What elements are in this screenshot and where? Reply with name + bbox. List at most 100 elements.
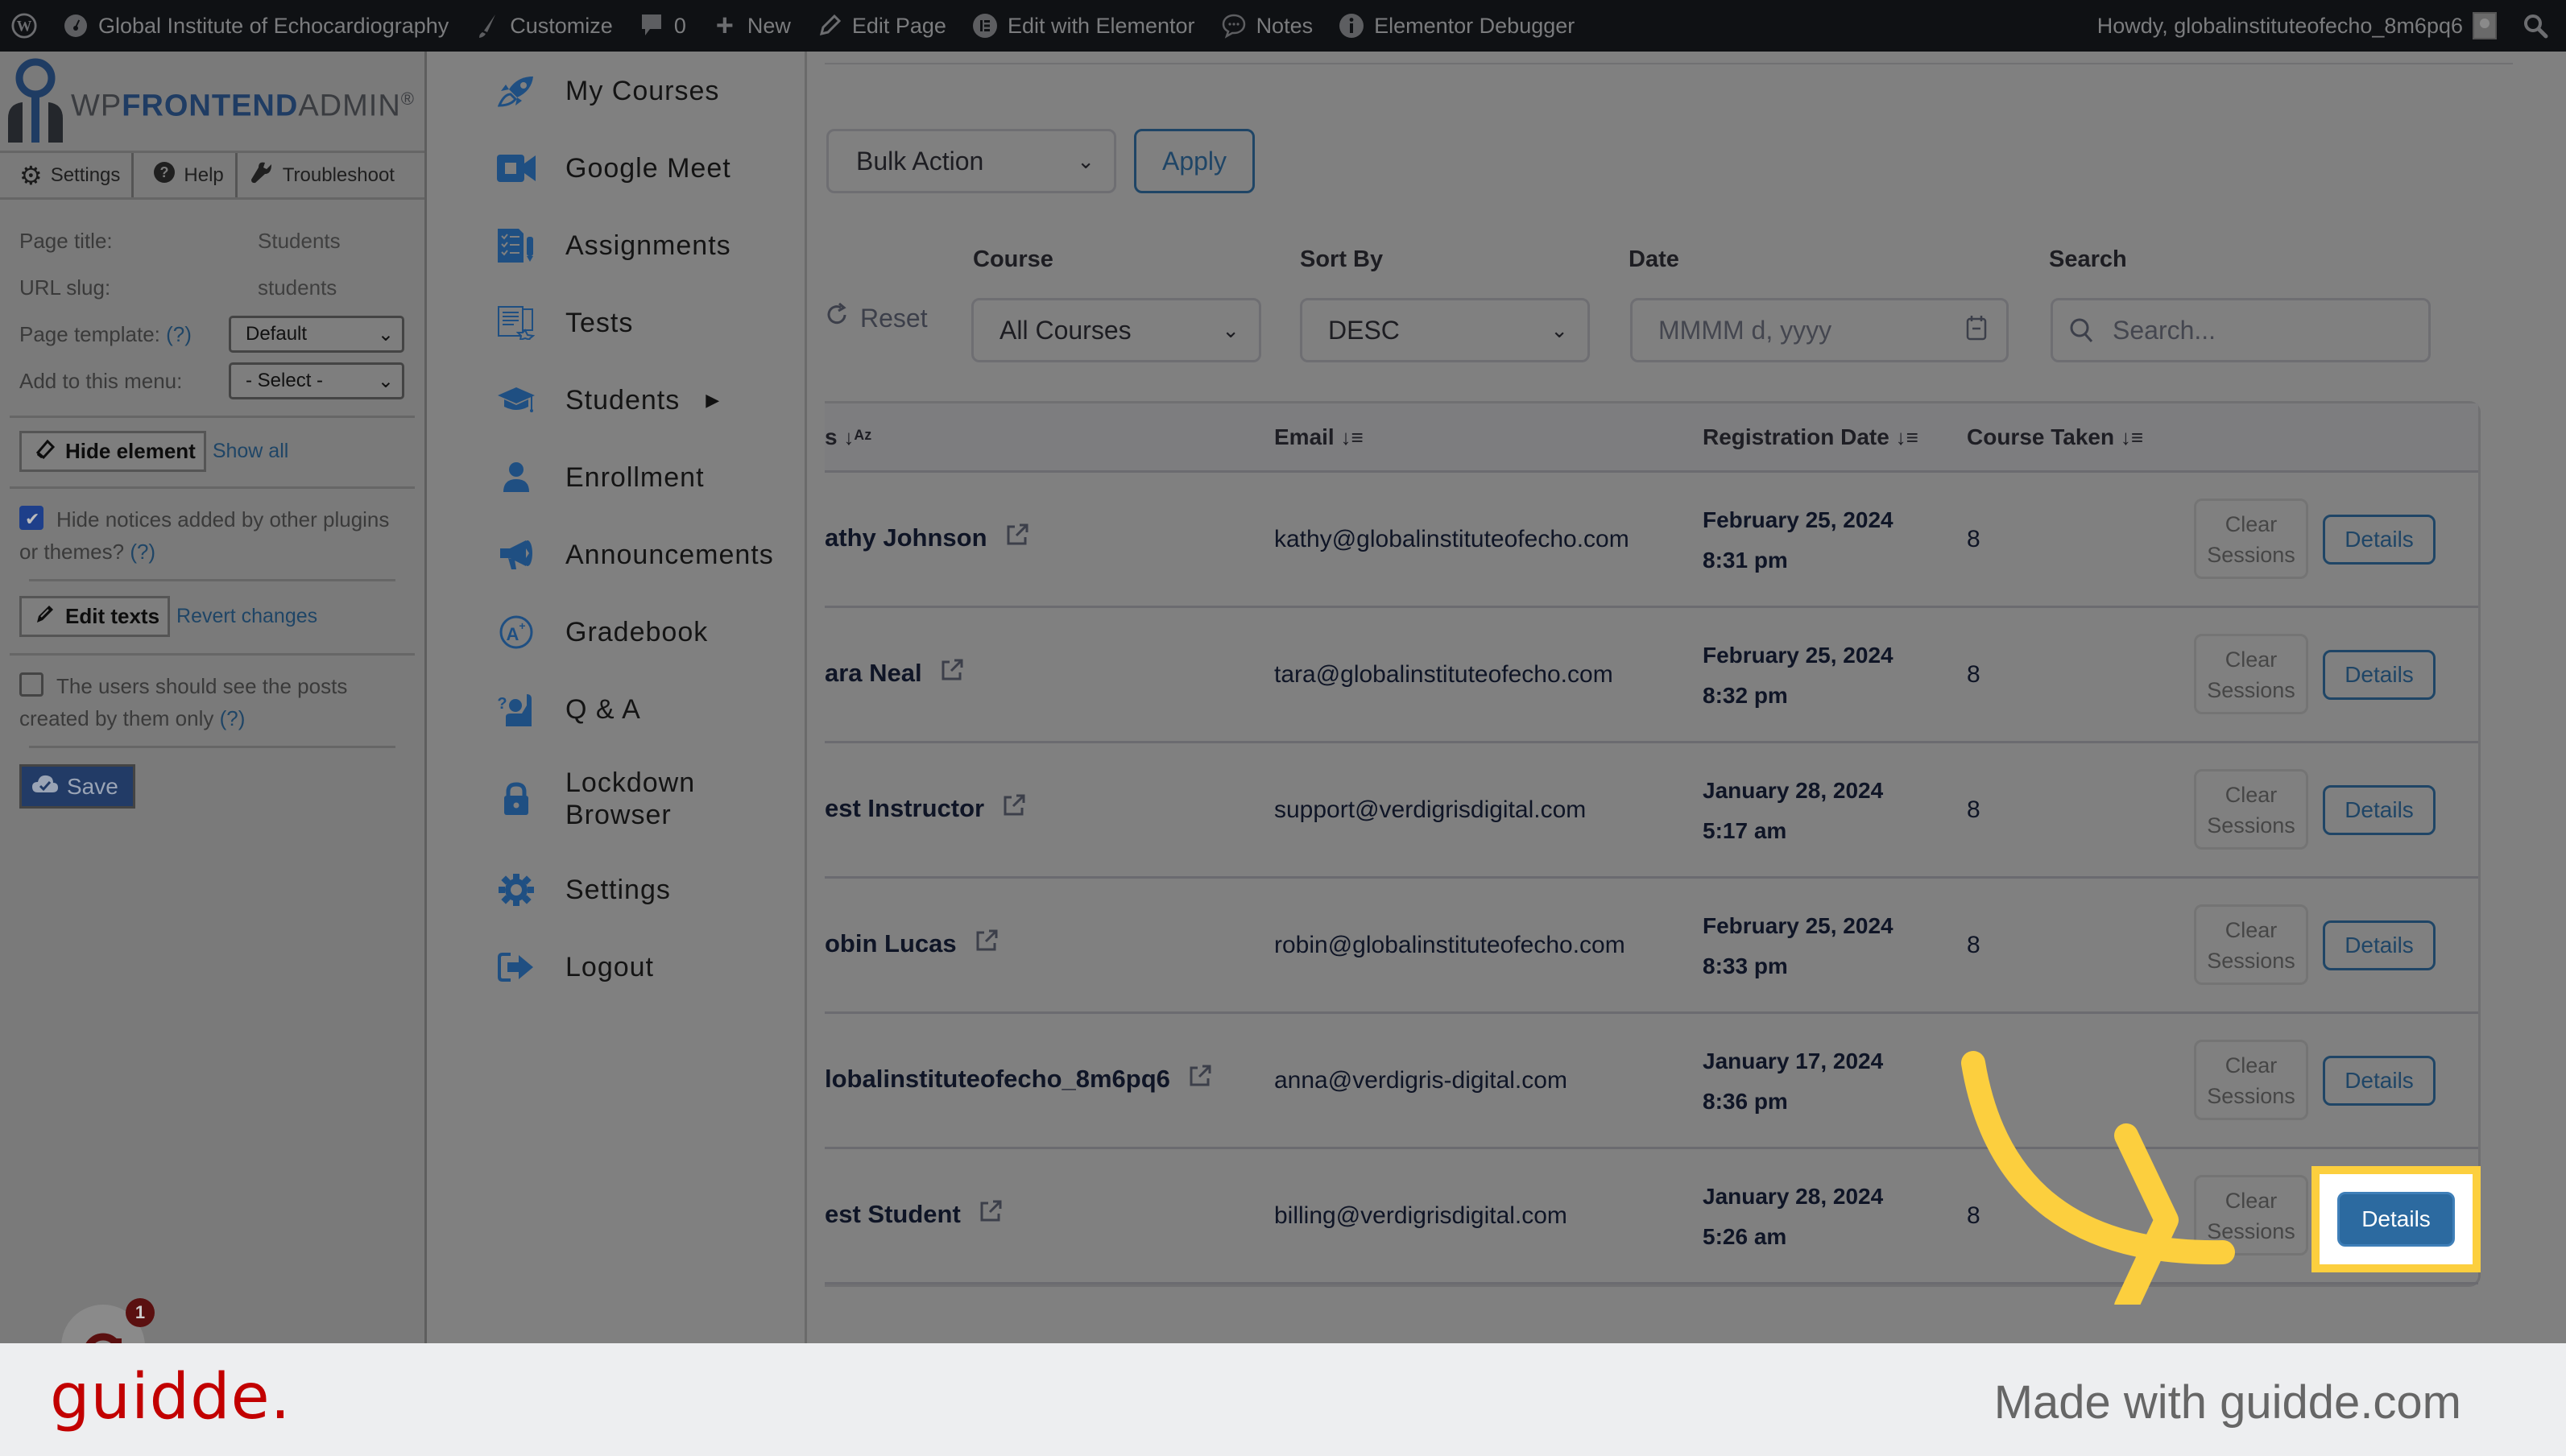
pencil-icon: [817, 13, 842, 39]
wp-logo-menu[interactable]: W: [0, 0, 50, 52]
own-posts-help-link[interactable]: (?): [220, 706, 246, 730]
edit-with-elementor-link[interactable]: Edit with Elementor: [959, 0, 1208, 52]
hide-element-button[interactable]: Hide element: [19, 431, 206, 472]
site-name: Global Institute of Echocardiography: [98, 13, 449, 38]
sort-by-select[interactable]: DESC ⌄: [1300, 298, 1590, 362]
save-button[interactable]: Save: [19, 764, 135, 809]
new-content-menu[interactable]: + New: [699, 0, 804, 52]
details-button[interactable]: Details: [2323, 650, 2436, 700]
course-filter-select[interactable]: All Courses ⌄: [971, 298, 1261, 362]
external-link-icon[interactable]: [1005, 523, 1029, 553]
sort-by-value: DESC: [1328, 315, 1400, 345]
tab-settings[interactable]: ⚙ Settings: [0, 153, 135, 197]
show-all-link[interactable]: Show all: [213, 440, 289, 463]
revert-changes-link[interactable]: Revert changes: [176, 605, 317, 628]
nav-item-students[interactable]: Students ▶: [496, 382, 720, 419]
sort-desc-icon: ↓≡: [2120, 425, 2144, 449]
edit-texts-button[interactable]: Edit texts: [19, 596, 171, 637]
nav-item-assignments[interactable]: Assignments: [496, 227, 731, 264]
student-name[interactable]: lobalinstituteofecho_8m6pq6: [825, 1064, 1212, 1094]
external-link-icon[interactable]: [1002, 793, 1026, 824]
nav-item-lockdown-browser[interactable]: Lockdown Browser: [496, 767, 726, 831]
student-email: kathy@globalinstituteofecho.com: [1274, 526, 1629, 552]
student-name[interactable]: athy Johnson: [825, 523, 1029, 553]
nav-item-label: Lockdown Browser: [565, 767, 696, 830]
graduation-cap-icon: [496, 382, 536, 419]
hide-notices-checkbox[interactable]: [19, 503, 43, 536]
nav-item-my-courses[interactable]: My Courses: [496, 72, 719, 110]
date-filter-input[interactable]: MMMM d, yyyy: [1630, 298, 2009, 362]
registration-date-time: 5:26 am: [1703, 1224, 1787, 1249]
admin-search[interactable]: [2510, 0, 2566, 52]
edit-page-link[interactable]: Edit Page: [804, 0, 959, 52]
hide-notices-option: Hide notices added by other plugins or t…: [0, 503, 424, 568]
own-posts-checkbox[interactable]: [19, 672, 43, 697]
search-input[interactable]: Search...: [2051, 298, 2431, 362]
guidde-footer: guidde. Made with guidde.com: [0, 1343, 2566, 1456]
apply-button[interactable]: Apply: [1134, 129, 1255, 193]
page-template-select[interactable]: Default ⌄: [229, 316, 404, 353]
reset-button[interactable]: Reset: [825, 302, 928, 333]
details-button[interactable]: Details: [2323, 920, 2436, 970]
external-link-icon[interactable]: [940, 658, 964, 689]
tab-help[interactable]: ? Help: [134, 153, 238, 197]
search-icon: [2069, 317, 2095, 343]
column-header-name[interactable]: s ↓ᴬᶻ: [825, 424, 871, 450]
tab-settings-label: Settings: [50, 163, 121, 186]
hide-element-label: Hide element: [65, 439, 196, 463]
nav-item-google-meet[interactable]: Google Meet: [496, 150, 731, 187]
customize-label: Customize: [510, 13, 613, 38]
own-posts-label: The users should see the posts created b…: [19, 674, 348, 730]
student-name[interactable]: obin Lucas: [825, 929, 999, 959]
my-account-menu[interactable]: Howdy, globalinstituteofecho_8m6pq6: [2084, 0, 2510, 52]
hide-notices-label: Hide notices added by other plugins or t…: [19, 507, 390, 564]
site-name-menu[interactable]: Global Institute of Echocardiography: [50, 0, 461, 52]
divider: [29, 579, 395, 581]
external-link-icon[interactable]: [979, 1199, 1003, 1230]
nav-item-settings[interactable]: Settings: [496, 871, 671, 908]
nav-item-enrollment[interactable]: Enrollment: [496, 459, 705, 496]
wp-frontend-admin-panel: WPFRONTENDADMIN® ⚙ Settings ? Help Troub…: [0, 52, 427, 1343]
clear-sessions-button[interactable]: Clear Sessions: [2194, 769, 2308, 850]
nav-item-logout[interactable]: Logout: [496, 949, 654, 986]
comments-link[interactable]: 0: [626, 0, 699, 52]
nav-item-q-and-a[interactable]: ? Q & A: [496, 691, 641, 728]
registration-date-time: 5:17 am: [1703, 818, 1787, 843]
callout-arrow-icon: [1961, 1051, 2235, 1305]
details-button[interactable]: Details: [2323, 515, 2436, 565]
hide-notices-help-link[interactable]: (?): [130, 540, 155, 564]
elementor-debugger-link[interactable]: Elementor Debugger: [1326, 0, 1587, 52]
url-slug-input[interactable]: students: [229, 275, 337, 300]
nav-item-announcements[interactable]: Announcements: [496, 536, 774, 573]
page-template-help-link[interactable]: (?): [166, 322, 192, 346]
student-name[interactable]: ara Neal: [825, 658, 964, 689]
column-header-course-taken[interactable]: Course Taken ↓≡: [1967, 424, 2143, 450]
page-title-input[interactable]: Students: [229, 229, 341, 254]
customize-link[interactable]: Customize: [461, 0, 626, 52]
howdy-user: Howdy, globalinstituteofecho_8m6pq6: [2096, 13, 2463, 38]
clear-sessions-button[interactable]: Clear Sessions: [2194, 904, 2308, 985]
bulk-action-value: Bulk Action: [856, 146, 984, 176]
notes-link[interactable]: Notes: [1208, 0, 1326, 52]
details-button-highlighted[interactable]: Details: [2337, 1192, 2455, 1247]
tab-troubleshoot[interactable]: Troubleshoot: [238, 153, 406, 197]
course-taken-count: 8: [1967, 526, 1980, 552]
clear-sessions-button[interactable]: Clear Sessions: [2194, 634, 2308, 714]
nav-item-tests[interactable]: Tests: [496, 304, 633, 341]
external-link-icon[interactable]: [1188, 1064, 1212, 1094]
student-name[interactable]: est Instructor: [825, 793, 1026, 824]
details-button[interactable]: Details: [2323, 785, 2436, 835]
divider: [10, 653, 415, 656]
bulk-action-select[interactable]: Bulk Action ⌄: [826, 129, 1116, 193]
external-link-icon[interactable]: [975, 929, 999, 959]
svg-text:A: A: [507, 624, 520, 644]
nav-item-gradebook[interactable]: A + Gradebook: [496, 614, 708, 651]
calendar-icon[interactable]: [1966, 315, 1987, 346]
add-to-menu-select[interactable]: - Select - ⌄: [229, 362, 404, 399]
clear-sessions-button[interactable]: Clear Sessions: [2194, 498, 2308, 579]
details-button[interactable]: Details: [2323, 1056, 2436, 1106]
column-header-registration-date[interactable]: Registration Date ↓≡: [1703, 424, 1918, 450]
student-name[interactable]: est Student: [825, 1199, 1003, 1230]
column-header-email[interactable]: Email ↓≡: [1274, 424, 1364, 450]
svg-text:+: +: [519, 619, 526, 632]
